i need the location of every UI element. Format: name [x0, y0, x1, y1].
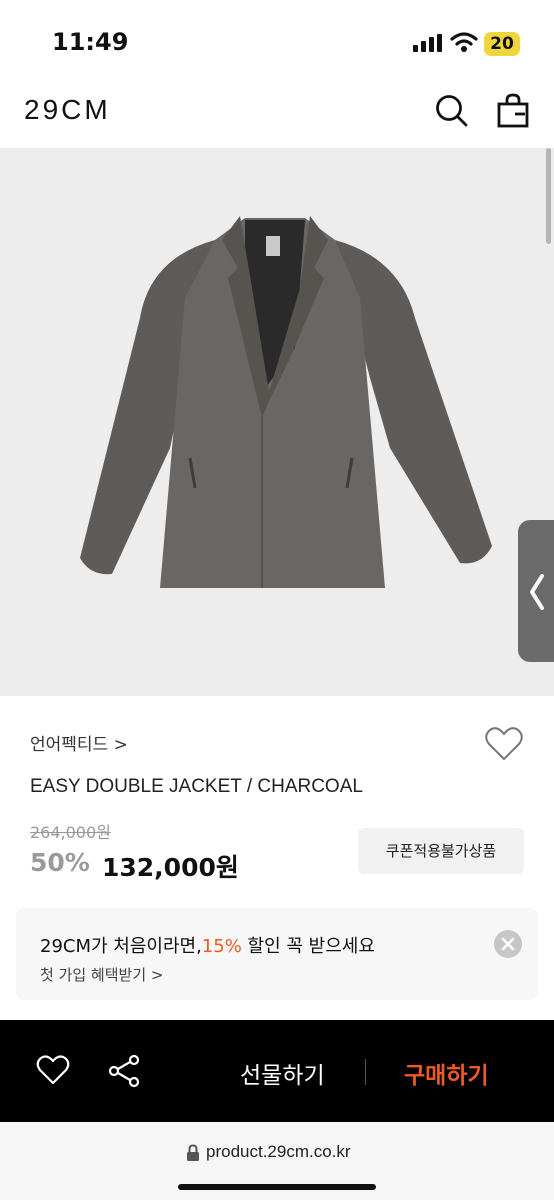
gift-button[interactable]: 선물하기 [240, 1056, 325, 1090]
scrollbar-thumb[interactable] [546, 148, 551, 244]
like-heart-icon[interactable] [36, 1054, 70, 1086]
coupon-status-button[interactable]: 쿠폰적용불가상품 [358, 828, 524, 874]
chevron-left-icon [530, 574, 544, 610]
jacket-illustration [80, 216, 492, 588]
original-price: 264,000원 [30, 823, 111, 842]
buy-button[interactable]: 구매하기 [404, 1056, 489, 1090]
search-icon[interactable] [433, 92, 471, 130]
promo-close-button[interactable] [494, 930, 522, 958]
wifi-icon [450, 32, 478, 52]
wishlist-heart-icon[interactable] [484, 726, 524, 762]
lock-icon [187, 1144, 199, 1161]
product-image[interactable] [0, 148, 554, 696]
brand-logo[interactable]: 29CM [24, 94, 111, 126]
share-icon[interactable] [106, 1054, 142, 1088]
sale-price: 132,000원 [102, 853, 239, 882]
battery-indicator: 20 [484, 32, 520, 56]
app-header: 29CM [0, 80, 554, 148]
side-drawer-tab[interactable] [518, 520, 554, 662]
brand-link[interactable]: 언어펙티드 > [30, 730, 128, 755]
signup-benefit-link[interactable]: 첫 가입 혜택받기 > [40, 964, 163, 985]
status-time: 11:49 [52, 28, 129, 56]
status-bar: 11:49 20 [0, 0, 554, 80]
action-divider [365, 1059, 366, 1085]
product-name: EASY DOUBLE JACKET / CHARCOAL [30, 776, 363, 797]
discount-rate: 50% [30, 848, 90, 877]
url-text: product.29cm.co.kr [206, 1142, 351, 1161]
promo-title: 29CM가 처음이라면,15% 할인 꼭 받으세요 [40, 936, 375, 957]
close-icon [501, 937, 515, 951]
shopping-bag-icon[interactable] [496, 92, 530, 130]
bottom-action-bar: 선물하기 구매하기 [0, 1020, 554, 1122]
signup-promo-banner[interactable]: 29CM가 처음이라면,15% 할인 꼭 받으세요 첫 가입 혜택받기 > [16, 908, 538, 1000]
home-indicator[interactable] [178, 1184, 376, 1190]
signal-icon [413, 34, 442, 52]
